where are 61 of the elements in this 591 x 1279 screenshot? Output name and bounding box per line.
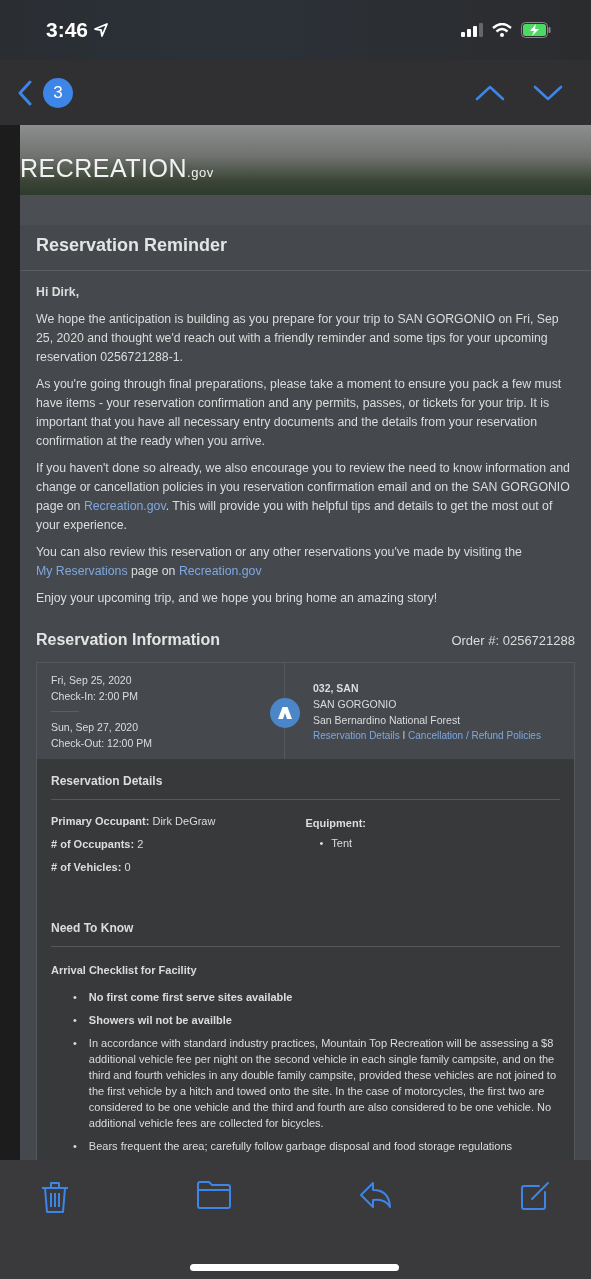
section-title: Reservation Information (36, 630, 221, 649)
trash-icon (40, 1180, 70, 1214)
bullet: • (73, 990, 77, 1005)
chevron-up-icon (475, 84, 505, 101)
detail-field: # of Vehicles: 0 (51, 860, 306, 874)
section-title: Reservation Details (51, 770, 560, 800)
paragraph: As you're going through final preparations, please take a moment to ensure you pack a few must have items - your reservation confirmation and any permits, passes, or tickets for your trip. It is important that you have all necessary entry documents and the details from your reservation confirmation at the ready when you arrive. (36, 376, 563, 450)
folder-icon (196, 1180, 233, 1210)
reply-button[interactable] (358, 1180, 393, 1210)
site-name: 032, SAN (313, 681, 360, 696)
section-title: Need To Know (51, 917, 560, 947)
separator: I (402, 730, 406, 741)
bullet: • (73, 1013, 77, 1028)
chevron-left-icon (17, 79, 33, 106)
checklist-title: Arrival Checklist for Facility (51, 963, 198, 978)
compose-button[interactable] (519, 1180, 551, 1212)
bullet: • (73, 1036, 77, 1051)
link[interactable]: My Reservations (36, 564, 128, 578)
check-in-time: Check-In: 2:00 PM (51, 689, 139, 704)
checklist-item: Showers wil not be availble (88, 1013, 232, 1028)
reply-arrow-icon (358, 1180, 393, 1210)
bullet: • (73, 1139, 77, 1154)
check-out-time: Check-Out: 12:00 PM (51, 736, 153, 751)
equipment-label: Equipment: (305, 816, 367, 831)
signal-icon (461, 23, 483, 37)
forest-name: San Bernardino National Forest (313, 713, 462, 728)
tent-icon (270, 698, 300, 728)
unread-count-badge: 3 (43, 77, 73, 108)
checklist-item: No first come first serve sites available (88, 990, 293, 1005)
detail-field: Primary Occupant: Dirk DeGraw (51, 814, 306, 828)
status-time: 3:46 (46, 18, 89, 42)
link[interactable]: Cancellation / Refund Policies (408, 730, 541, 741)
battery-charging-icon (521, 22, 551, 38)
paragraph: Enjoy your upcoming trip, and we hope you bring home an amazing story! (36, 590, 439, 607)
chevron-down-icon (533, 84, 563, 101)
folder-button[interactable] (196, 1180, 233, 1210)
order-number: Order #: 0256721288 (451, 632, 575, 650)
link[interactable]: Recreation.gov (178, 564, 262, 578)
link[interactable]: Recreation.gov (83, 499, 166, 513)
facility-name: SAN GORGONIO (313, 697, 398, 712)
greeting: Hi Dirk, (36, 284, 81, 301)
wifi-icon (492, 23, 512, 37)
next-message-button[interactable] (533, 84, 563, 101)
paragraph: We hope the anticipation is building as you prepare for your trip to SAN GORGONIO on Fri, Sep 25, 2020 and thought we'd reach out with a friendly reminder and some tips for your upcoming reservation 0256721288-1. (36, 311, 560, 366)
back-button[interactable] (17, 79, 33, 106)
check-out-date: Sun, Sep 27, 2020 (51, 720, 139, 735)
email-title: Reservation Reminder (20, 225, 591, 271)
location-arrow-icon (94, 23, 109, 37)
checklist-item: In accordance with standard industry practices, Mountain Top Recreation will be assessing a $8 additional vehicle fee per night on the second vehicle in each single family campsite, and on the third and fourth vehicles in any double family campsite, provided these vehicles are not joined to the first vehicle by a hitch and towed onto the site. In the case of motorcycles, the first two are considered to be one vehicle and the third and fourth are also considered to be one vehicle. No additional vehicle fees are collected for bicycles. (88, 1036, 557, 1131)
bullet: • (319, 836, 324, 850)
trash-button[interactable] (40, 1180, 70, 1214)
paragraph: If you haven't done so already, we also encourage you to review the need to know information and change or cancellation policies in you reservation confirmation email and on the SAN GORGONIO page on Recreation.gov. This will provide you with helpful tips and details to get the most out of your experience. (36, 460, 571, 534)
link[interactable]: Reservation Details (313, 730, 400, 741)
logo-text: RECREATION.gov (20, 154, 214, 183)
compose-icon (519, 1180, 551, 1212)
checklist-item: Bears frequent the area; carefully follow garbage disposal and food storage regulations (88, 1139, 512, 1154)
equipment-item: Tent (331, 836, 353, 850)
paragraph: You can also review this reservation or any other reservations you've made by visiting the My Reservations page on Recreation.gov (36, 544, 523, 580)
previous-message-button[interactable] (475, 84, 505, 101)
detail-field: # of Occupants: 2 (51, 837, 306, 851)
check-in-date: Fri, Sep 25, 2020 (51, 673, 133, 688)
